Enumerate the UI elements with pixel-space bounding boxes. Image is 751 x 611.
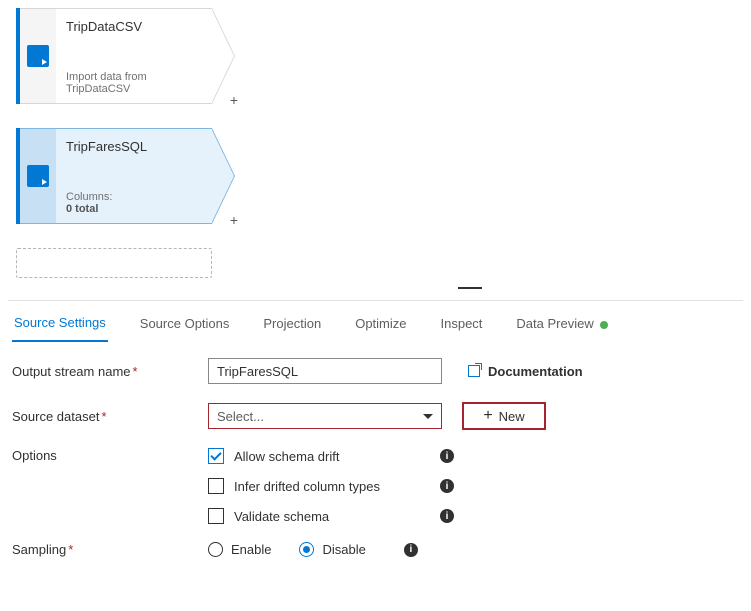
node-title: TripFaresSQL <box>66 139 202 154</box>
checkbox-infer-drifted[interactable] <box>208 478 224 494</box>
node-subtitle: Import data from TripDataCSV <box>66 71 202 95</box>
info-icon[interactable]: i <box>404 543 418 557</box>
node-tripdatacsv[interactable]: TripDataCSV Import data from TripDataCSV… <box>16 8 212 104</box>
checkbox-allow-schema-drift[interactable] <box>208 448 224 464</box>
sampling-enable-label: Enable <box>231 542 271 557</box>
info-icon[interactable]: i <box>440 449 454 463</box>
infer-drifted-label: Infer drifted column types <box>234 479 404 494</box>
validate-schema-label: Validate schema <box>234 509 404 524</box>
add-branch-button[interactable]: + <box>230 92 238 108</box>
node-tripfaressql[interactable]: TripFaresSQL Columns: 0 total + <box>16 128 212 224</box>
status-dot-icon <box>600 321 608 329</box>
add-branch-button[interactable]: + <box>230 212 238 228</box>
sampling-disable-label: Disable <box>322 542 365 557</box>
source-settings-panel: Output stream name* Documentation Source… <box>8 342 743 557</box>
node-output-arrow <box>212 8 235 104</box>
new-button-label: New <box>499 409 525 424</box>
tab-underline-decor <box>458 287 482 289</box>
tab-data-preview[interactable]: Data Preview <box>514 312 609 341</box>
node-title: TripDataCSV <box>66 19 202 34</box>
source-dataset-label: Source dataset* <box>12 409 208 424</box>
info-icon[interactable]: i <box>440 509 454 523</box>
dataflow-canvas: TripDataCSV Import data from TripDataCSV… <box>8 8 743 288</box>
tab-projection[interactable]: Projection <box>261 312 323 341</box>
radio-sampling-disable[interactable] <box>299 542 314 557</box>
node-body: TripFaresSQL Columns: 0 total <box>56 128 212 224</box>
node-output-arrow <box>212 128 235 224</box>
tab-optimize[interactable]: Optimize <box>353 312 408 341</box>
node-iconcol <box>20 128 56 224</box>
options-label: Options <box>12 448 208 463</box>
output-stream-name-label: Output stream name* <box>12 364 208 379</box>
sampling-label: Sampling* <box>12 542 208 557</box>
new-dataset-button[interactable]: + New <box>462 402 546 430</box>
documentation-label: Documentation <box>488 364 583 379</box>
tab-source-options[interactable]: Source Options <box>138 312 232 341</box>
source-dataset-select[interactable]: Select... <box>208 403 442 429</box>
dataset-icon <box>27 45 49 67</box>
output-stream-name-input[interactable] <box>208 358 442 384</box>
tab-inspect[interactable]: Inspect <box>439 312 485 341</box>
dataset-icon <box>27 165 49 187</box>
plus-icon: + <box>483 408 492 424</box>
tab-source-settings[interactable]: Source Settings <box>12 311 108 342</box>
documentation-link[interactable]: Documentation <box>468 364 583 379</box>
node-columns-count: 0 total <box>66 203 98 215</box>
chevron-down-icon <box>423 414 433 419</box>
add-source-placeholder[interactable] <box>16 248 212 278</box>
radio-sampling-enable[interactable] <box>208 542 223 557</box>
tab-data-preview-label: Data Preview <box>516 316 593 331</box>
node-body: TripDataCSV Import data from TripDataCSV <box>56 8 212 104</box>
node-columns-label: Columns: <box>66 191 202 203</box>
tabs: Source Settings Source Options Projectio… <box>8 300 743 342</box>
external-link-icon <box>468 365 480 377</box>
allow-schema-drift-label: Allow schema drift <box>234 449 404 464</box>
checkbox-validate-schema[interactable] <box>208 508 224 524</box>
info-icon[interactable]: i <box>440 479 454 493</box>
node-iconcol <box>20 8 56 104</box>
source-dataset-placeholder: Select... <box>217 409 264 424</box>
